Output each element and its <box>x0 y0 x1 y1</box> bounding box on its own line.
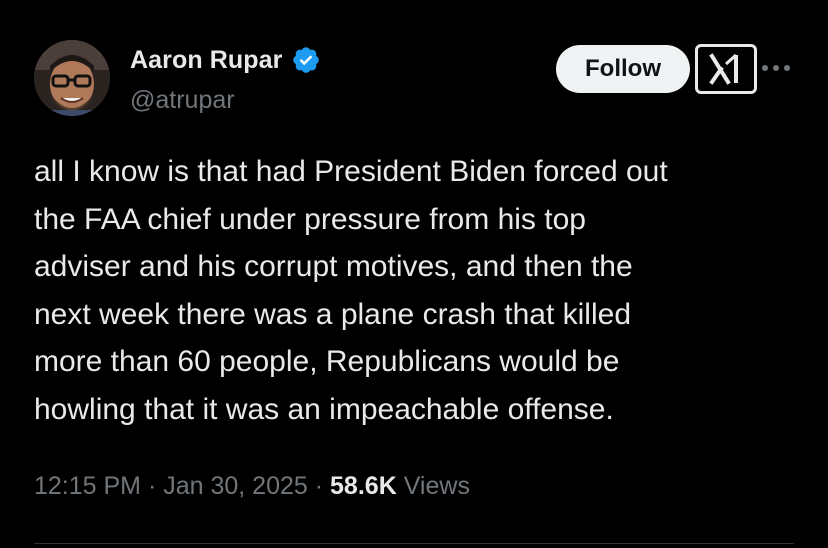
meta-separator: · <box>307 472 331 500</box>
views-label-spacer <box>397 472 404 501</box>
views-count[interactable]: 58.6K <box>330 472 397 501</box>
meta-separator: · <box>141 472 164 500</box>
avatar[interactable] <box>34 40 110 116</box>
author-display-name[interactable]: Aaron Rupar <box>130 46 283 75</box>
tweet-date[interactable]: Jan 30, 2025 <box>163 472 308 501</box>
tweet: Aaron Rupar @atrupar Follow all I know i… <box>0 0 828 548</box>
views-label[interactable]: Views <box>404 472 470 501</box>
person-with-glasses-avatar-icon <box>34 40 110 116</box>
tweet-text: all I know is that had President Biden f… <box>34 155 668 426</box>
tweet-time[interactable]: 12:15 PM <box>34 472 141 501</box>
verified-badge-icon <box>292 47 319 73</box>
author-name-row: Aaron Rupar <box>130 45 321 75</box>
grok-button[interactable] <box>695 44 757 94</box>
more-horizontal-icon[interactable] <box>760 56 792 80</box>
author-handle[interactable]: @atrupar <box>130 86 235 115</box>
divider <box>34 543 794 544</box>
tweet-meta: 12:15 PM · Jan 30, 2025 · 58.6K Views <box>34 472 470 501</box>
grok-icon <box>709 53 738 85</box>
follow-button[interactable]: Follow <box>556 45 690 93</box>
